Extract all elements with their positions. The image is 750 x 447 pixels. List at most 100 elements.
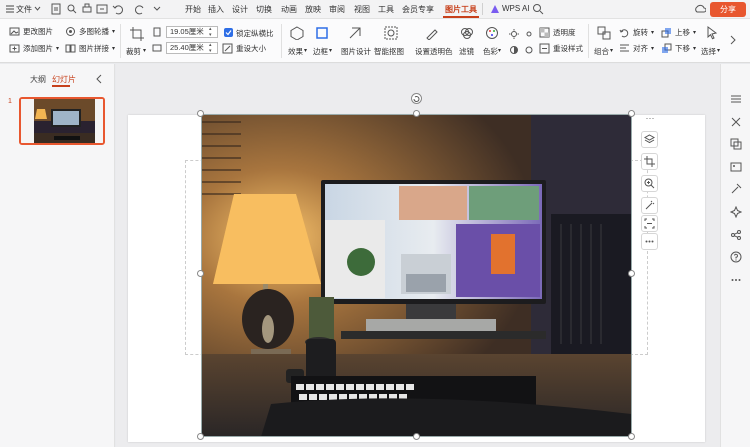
tab-transition[interactable]: 切换 xyxy=(256,4,272,15)
smart-cutout-icon[interactable] xyxy=(384,26,398,40)
group-button[interactable]: 组合 xyxy=(594,46,609,57)
add-picture-button[interactable]: 添加图片 ▾ xyxy=(9,43,59,54)
brightness-down-icon[interactable] xyxy=(524,29,534,39)
border-dropdown-icon[interactable]: ▾ xyxy=(329,47,332,54)
redo-icon[interactable] xyxy=(134,3,146,15)
effects-button[interactable]: 效果 xyxy=(288,46,303,57)
tab-slideshow[interactable]: 放映 xyxy=(305,4,321,15)
menu-file[interactable]: 文件 xyxy=(16,4,32,15)
copy-style-icon[interactable] xyxy=(730,138,742,150)
chevron-down-icon[interactable] xyxy=(34,5,41,12)
contrast-down-icon[interactable] xyxy=(524,45,534,55)
resize-handle-top-left[interactable] xyxy=(197,110,204,117)
animation-icon[interactable] xyxy=(730,206,742,218)
tab-slides[interactable]: 幻灯片 xyxy=(52,74,76,85)
collapse-pane-icon[interactable] xyxy=(95,74,103,84)
group-dropdown-icon[interactable]: ▾ xyxy=(610,47,613,54)
color-button[interactable]: 色彩 xyxy=(483,46,498,57)
search-doc-icon[interactable] xyxy=(66,3,78,15)
resize-handle-bottom-left[interactable] xyxy=(197,433,204,440)
border-button[interactable]: 边框 xyxy=(313,46,328,57)
picture-design-icon[interactable] xyxy=(348,26,362,40)
new-file-icon[interactable] xyxy=(50,3,62,15)
filter-icon[interactable] xyxy=(460,26,474,40)
picture-design-button[interactable]: 图片设计 xyxy=(341,46,371,57)
rotate-handle-icon[interactable] xyxy=(411,93,422,104)
crop-dropdown-icon[interactable]: ▾ xyxy=(143,47,146,54)
align-button[interactable]: 对齐 ▾ xyxy=(619,43,654,54)
effects-dropdown-icon[interactable]: ▾ xyxy=(304,47,307,54)
color-icon[interactable] xyxy=(485,26,499,40)
magic-tool-icon[interactable] xyxy=(641,197,658,214)
tab-outline[interactable]: 大纲 xyxy=(30,74,46,85)
picture-stitch-button[interactable]: 图片拼接 ▾ xyxy=(65,43,115,54)
resize-handle-top[interactable] xyxy=(413,110,420,117)
tab-insert[interactable]: 插入 xyxy=(208,4,224,15)
set-transparent-icon[interactable] xyxy=(425,26,439,40)
resize-handle-left[interactable] xyxy=(197,270,204,277)
select-icon[interactable] xyxy=(705,26,719,40)
effects-icon[interactable] xyxy=(290,26,304,40)
tab-animation[interactable]: 动画 xyxy=(281,4,297,15)
reset-style-button[interactable]: 重设样式 xyxy=(539,43,583,54)
more-tools-icon[interactable] xyxy=(641,233,658,250)
lock-ratio-checkbox[interactable] xyxy=(224,28,233,37)
move-up-button[interactable]: 上移 ▾ xyxy=(661,27,696,38)
move-down-button[interactable]: 下移 ▾ xyxy=(661,43,696,54)
reset-size-button[interactable]: 重设大小 xyxy=(222,43,266,54)
slide-thumbnail[interactable] xyxy=(19,97,105,145)
more-chevron-icon[interactable] xyxy=(151,3,163,15)
set-transparent-button[interactable]: 设置透明色 xyxy=(415,46,453,57)
undo-icon[interactable] xyxy=(112,3,124,15)
tools-icon[interactable] xyxy=(730,183,742,195)
transform-icon[interactable] xyxy=(730,116,742,128)
group-icon[interactable] xyxy=(597,26,611,40)
scan-text-icon[interactable] xyxy=(641,215,658,232)
border-icon[interactable] xyxy=(315,26,329,40)
layers-icon[interactable] xyxy=(641,131,658,148)
resize-handle-bottom[interactable] xyxy=(413,433,420,440)
share-panel-icon[interactable] xyxy=(730,229,742,241)
smart-cutout-button[interactable]: 智能抠图 xyxy=(374,46,404,57)
change-picture-button[interactable]: 更改图片 xyxy=(9,26,53,37)
width-stepper[interactable]: ▴ ▾ xyxy=(209,42,212,54)
rotate-button[interactable]: 旋转 ▾ xyxy=(619,27,654,38)
picture-panel-icon[interactable] xyxy=(730,161,742,173)
cloud-sync-icon[interactable] xyxy=(694,3,706,15)
hamburger-icon[interactable] xyxy=(5,4,15,14)
tab-design[interactable]: 设计 xyxy=(232,4,248,15)
color-dropdown-icon[interactable]: ▾ xyxy=(498,47,501,54)
select-button[interactable]: 选择 xyxy=(701,46,716,57)
select-dropdown-icon[interactable]: ▾ xyxy=(717,47,720,54)
resize-handle-top-right[interactable] xyxy=(628,110,635,117)
more-rail-icon[interactable] xyxy=(730,274,742,286)
tab-tools[interactable]: 工具 xyxy=(378,4,394,15)
more-options-dots-icon[interactable]: ··· xyxy=(643,113,657,125)
export-icon[interactable] xyxy=(96,3,108,15)
zoom-in-icon[interactable] xyxy=(641,175,658,192)
tab-review[interactable]: 审阅 xyxy=(329,4,345,15)
transparency-button[interactable]: 透明度 xyxy=(539,27,576,38)
share-button[interactable]: 分享 xyxy=(710,2,746,17)
multi-crop-button[interactable]: 多图轮播 ▾ xyxy=(65,26,115,37)
help-icon[interactable] xyxy=(730,251,742,263)
properties-icon[interactable] xyxy=(730,93,742,105)
resize-handle-bottom-right[interactable] xyxy=(628,433,635,440)
ribbon-scroll-right-icon[interactable] xyxy=(729,35,737,45)
crop-icon[interactable] xyxy=(130,27,144,41)
tab-view[interactable]: 视图 xyxy=(354,4,370,15)
contrast-icon[interactable] xyxy=(509,45,519,55)
wps-ai-button[interactable]: WPS AI xyxy=(502,4,530,13)
search-icon[interactable] xyxy=(532,3,544,15)
height-stepper[interactable]: ▴ ▾ xyxy=(209,26,212,38)
crop-tool-icon[interactable] xyxy=(641,153,658,170)
resize-handle-right[interactable] xyxy=(628,270,635,277)
tab-picture-tools[interactable]: 图片工具 xyxy=(445,4,477,15)
tab-member[interactable]: 会员专享 xyxy=(402,4,434,15)
crop-button[interactable]: 裁剪 xyxy=(126,46,141,57)
tab-start[interactable]: 开始 xyxy=(185,4,201,15)
filter-button[interactable]: 滤镜 xyxy=(459,46,474,57)
print-icon[interactable] xyxy=(81,3,93,15)
selected-picture[interactable] xyxy=(201,114,632,437)
brightness-icon[interactable] xyxy=(509,29,519,39)
